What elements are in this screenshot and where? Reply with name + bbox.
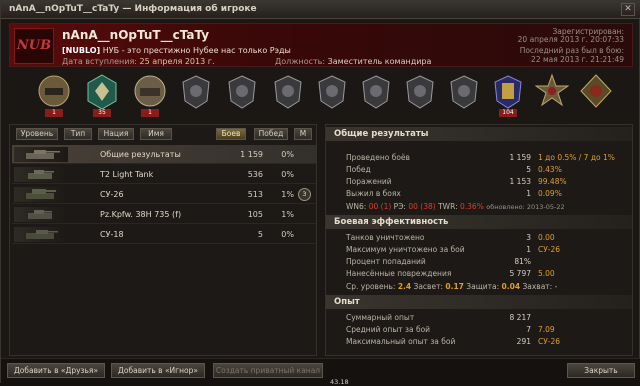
- stat-row: Побед 5 0.43%: [346, 165, 562, 174]
- clan-tag[interactable]: [NUBLO]: [62, 46, 100, 55]
- tank-icon: [14, 167, 68, 182]
- filter-nation-button[interactable]: Нация: [98, 128, 134, 140]
- vehicle-row[interactable]: Pz.Kpfw. 38H 735 (f) 105 1%: [12, 205, 316, 224]
- stat-row: Поражений 1 153 99.48%: [346, 177, 567, 186]
- shield-medal-icon[interactable]: [359, 73, 393, 113]
- last-battle-label: Последний раз был в бою:: [519, 46, 624, 55]
- medal-blue-icon[interactable]: 104: [491, 73, 525, 117]
- stat-row: Нанесённые повреждения 5 797 5.00: [346, 269, 555, 278]
- vehicles-panel: Уровень Тип Нация Имя Боев Побед М Общие…: [9, 124, 317, 356]
- stat-row: Максимум уничтожено за бой 1 СУ-26: [346, 245, 561, 254]
- role-label: Должность:: [275, 57, 326, 66]
- order-medal-icon[interactable]: [579, 73, 613, 113]
- join-date-line: Дата вступления: 25 апреля 2013 г.: [62, 57, 215, 66]
- hp-readout: 43.18: [330, 378, 349, 386]
- stats-panel: Общие результаты Проведено боёв 1 159 1 до…: [325, 124, 633, 356]
- overall-section-title: Общие результаты: [326, 127, 632, 141]
- role-value: Заместитель командира: [327, 57, 432, 66]
- tank-medal-icon[interactable]: 1: [133, 73, 167, 117]
- role-line: Должность: Заместитель командира: [275, 57, 431, 66]
- filter-level-button[interactable]: Уровень: [16, 128, 58, 140]
- filter-wins-button[interactable]: Побед: [254, 128, 288, 140]
- filter-battles-button[interactable]: Боев: [216, 128, 246, 140]
- shield-medal-icon[interactable]: [403, 73, 437, 113]
- vehicle-row[interactable]: T2 Light Tank 536 0%: [12, 165, 316, 184]
- shield-medal-icon[interactable]: [225, 73, 259, 113]
- tank-icon: [14, 207, 68, 222]
- filter-bar: Уровень Тип Нация Имя Боев Побед М: [10, 125, 318, 143]
- medals-bar: 1 35 1 104: [9, 71, 633, 121]
- tank-icon: [14, 227, 68, 242]
- tank-expert-icon[interactable]: 1: [37, 73, 71, 117]
- create-channel-button[interactable]: Создать приватный канал: [213, 363, 323, 378]
- stat-row: Проведено боёв 1 159 1 до 0.5% / 7 до 1%: [346, 153, 615, 162]
- filter-type-button[interactable]: Тип: [64, 128, 92, 140]
- clan-logo: NUB: [14, 28, 54, 64]
- rating-line: WN6: 00 (1) РЭ: 00 (38) TWR: 0.36% обнов…: [346, 202, 565, 211]
- shield-medal-icon[interactable]: [271, 73, 305, 113]
- shield-medal-icon[interactable]: [447, 73, 481, 113]
- last-battle-date: 22 мая 2013 г. 21:21:49: [531, 55, 624, 64]
- filter-m-button[interactable]: М: [294, 128, 312, 140]
- player-header: NUB nAnA__nOpTuT__cTaTy [NUBLO] НУБ - эт…: [9, 23, 633, 67]
- window-title: nAnA__nOpTuT__cTaTy — Информация об игро…: [9, 4, 257, 14]
- clan-line: [NUBLO] НУБ - это престижно Нубее нас то…: [62, 46, 291, 55]
- stat-row: Процент попаданий 81%: [346, 257, 531, 266]
- add-friend-button[interactable]: Добавить в «Друзья»: [7, 363, 105, 378]
- vehicle-row[interactable]: СУ-26 513 1% 3: [12, 185, 316, 204]
- player-info-window: nAnA__nOpTuT__cTaTy — Информация об игро…: [0, 0, 640, 384]
- footer-bar: Добавить в «Друзья» Добавить в «Игнор» С…: [1, 358, 640, 384]
- mastery-badge-icon: 3: [298, 188, 311, 201]
- join-date: 25 апреля 2013 г.: [139, 57, 215, 66]
- filter-name-button[interactable]: Имя: [140, 128, 172, 140]
- vehicle-row-overall[interactable]: Общие результаты 1 159 0%: [12, 145, 316, 164]
- registered-date: 20 апреля 2013 г. 20:07:33: [517, 35, 624, 44]
- stat-row: Танков уничтожено 3 0.00: [346, 233, 555, 242]
- efficiency-section-title: Боевая эффективность: [326, 215, 632, 229]
- join-label: Дата вступления:: [62, 57, 137, 66]
- stat-row: Максимальный опыт за бой 291 СУ-26: [346, 337, 561, 346]
- close-icon[interactable]: ✕: [621, 3, 635, 16]
- stat-row: Суммарный опыт 8 217: [346, 313, 531, 322]
- tank-icon: [14, 187, 68, 202]
- title-bar[interactable]: nAnA__nOpTuT__cTaTy — Информация об игро…: [1, 1, 640, 19]
- shield-medal-icon[interactable]: [315, 73, 349, 113]
- vehicle-row[interactable]: СУ-18 5 0%: [12, 225, 316, 244]
- medal-green-icon[interactable]: 35: [85, 73, 119, 117]
- add-ignore-button[interactable]: Добавить в «Игнор»: [111, 363, 205, 378]
- tank-icon: [14, 147, 68, 162]
- player-name: nAnA__nOpTuT__cTaTy: [62, 28, 210, 42]
- star-medal-icon[interactable]: [534, 73, 570, 113]
- stat-row: Выжил в боях 1 0.09%: [346, 189, 562, 198]
- stat-row: Средний опыт за бой 7 7.09: [346, 325, 555, 334]
- avg-line: Ср. уровень: 2.4 Засвет: 0.17 Защита: 0.…: [346, 282, 558, 291]
- close-button[interactable]: Закрыть: [567, 363, 635, 378]
- experience-section-title: Опыт: [326, 295, 632, 309]
- shield-medal-icon[interactable]: [179, 73, 213, 113]
- clan-motto: НУБ - это престижно Нубее нас только Рэд…: [102, 46, 291, 55]
